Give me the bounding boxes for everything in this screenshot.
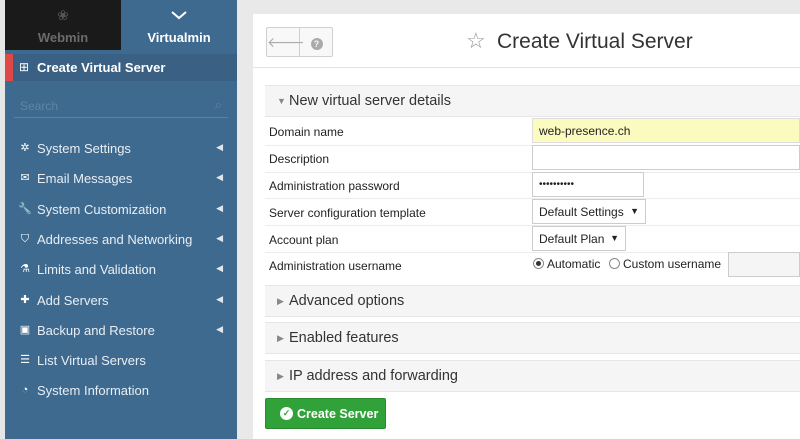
row-divider — [265, 252, 800, 253]
favorite-star-icon[interactable]: ☆ — [466, 28, 486, 54]
plus-icon: ✚ — [20, 293, 30, 306]
sidebar-item-label: Backup and Restore — [37, 322, 155, 338]
virtualmin-switch[interactable]: Virtualmin — [121, 0, 237, 50]
sidebar-item-create-virtual-server[interactable]: ⊞ Create Virtual Server — [5, 54, 237, 81]
sidebar-item-label: Add Servers — [37, 292, 109, 308]
plan-select[interactable]: Default Plan ▼ — [532, 226, 626, 251]
sidebar-item-label: List Virtual Servers — [37, 353, 146, 369]
password-label: Administration password — [269, 179, 400, 193]
caret-right-icon: ▶ — [277, 296, 284, 306]
custom-username-input[interactable] — [728, 252, 800, 277]
gear-icon: ✲ — [20, 142, 30, 154]
sidebar-item-label: System Customization — [37, 201, 167, 217]
list-icon: ☰ — [20, 354, 30, 367]
back-button[interactable]: 🡐 — [267, 28, 305, 56]
top-margin — [237, 0, 800, 14]
password-input[interactable]: •••••••••• — [532, 172, 644, 197]
sidebar-item-list-virtual-servers[interactable]: ☰ List Virtual Servers — [5, 346, 237, 374]
sidebar-item-label: System Information — [37, 383, 149, 399]
section-title: New virtual server details — [289, 93, 451, 109]
chevron-down-icon — [121, 8, 237, 22]
domain-value: web-presence.ch — [539, 124, 631, 138]
section-details-header[interactable]: ▼ New virtual server details — [265, 85, 800, 117]
section-features-header[interactable]: ▶ Enabled features — [265, 322, 800, 354]
caret-left-icon: ◀ — [216, 172, 223, 183]
page-title: Create Virtual Server — [497, 30, 693, 53]
webmin-logo-icon: ❀ — [57, 7, 69, 23]
username-custom-label: Custom username — [623, 257, 722, 271]
sidebar-item-system-information[interactable]: ◔ System Information — [5, 376, 237, 404]
envelope-icon: ✉ — [20, 172, 30, 185]
dashboard-icon: ◔ — [21, 384, 29, 397]
plan-value: Default Plan — [539, 232, 605, 246]
caret-right-icon: ▶ — [277, 333, 284, 343]
flask-icon: ⚗ — [20, 263, 30, 276]
username-label: Administration username — [269, 259, 402, 273]
caret-left-icon: ◀ — [216, 232, 223, 243]
webmin-switch[interactable]: ❀ Webmin — [5, 0, 121, 50]
caret-right-icon: ▶ — [277, 371, 284, 381]
sidebar-search-input[interactable]: Search ⌕ — [14, 94, 228, 118]
template-select[interactable]: Default Settings ▼ — [532, 199, 646, 224]
plan-label: Account plan — [269, 233, 339, 247]
caret-left-icon: ◀ — [216, 142, 223, 152]
username-custom-radio[interactable] — [609, 258, 620, 269]
title-divider — [253, 67, 800, 68]
dropdown-caret-icon: ▼ — [610, 233, 619, 243]
help-icon: ? — [310, 38, 323, 50]
dropdown-caret-icon: ▼ — [630, 206, 639, 216]
search-icon: ⌕ — [214, 97, 222, 112]
section-advanced-header[interactable]: ▶ Advanced options — [265, 285, 800, 317]
sidebar-item-label: System Settings — [37, 141, 131, 156]
arrow-left-icon: 🡐 — [267, 34, 305, 50]
sidebar-item-add-servers[interactable]: ✚ Add Servers ◀ — [5, 286, 237, 314]
caret-left-icon: ◀ — [216, 323, 223, 334]
create-server-button[interactable]: ✓ Create Server — [265, 398, 386, 429]
template-label: Server configuration template — [269, 206, 426, 220]
nav-button-group: 🡐 ? — [266, 27, 333, 57]
sidebar-item-label: Limits and Validation — [37, 262, 156, 278]
sidebar-item-label: Addresses and Networking — [37, 231, 193, 247]
sidebar: ❀ Webmin Virtualmin ⊞ Create Virtual Ser… — [0, 0, 237, 439]
virtualmin-switch-label: Virtualmin — [147, 30, 211, 45]
sidebar-item-email-messages[interactable]: ✉ Email Messages ◀ — [5, 164, 237, 192]
webmin-switch-label: Webmin — [37, 30, 89, 45]
sidebar-item-system-settings[interactable]: ✲ System Settings ◀ — [5, 134, 237, 162]
shield-icon: ⛉ — [20, 232, 30, 245]
section-ip-header[interactable]: ▶ IP address and forwarding — [265, 360, 800, 392]
domain-label: Domain name — [269, 125, 344, 139]
help-button[interactable]: ? — [300, 28, 333, 56]
create-server-label: Create Server — [297, 407, 379, 421]
username-automatic-label: Automatic — [547, 257, 601, 271]
main-panel: 🡐 ? ☆ Create Virtual Server ▼ New virtua… — [253, 14, 800, 439]
description-label: Description — [269, 152, 330, 166]
password-value: •••••••••• — [539, 179, 575, 190]
sidebar-item-label: Create Virtual Server — [37, 60, 166, 75]
sidebar-item-addresses-and-networking[interactable]: ⛉ Addresses and Networking ◀ — [5, 225, 237, 253]
plus-square-icon: ⊞ — [19, 60, 30, 74]
sidebar-item-label: Email Messages — [37, 171, 133, 187]
check-circle-icon: ✓ — [280, 407, 293, 420]
active-marker — [5, 54, 13, 81]
sidebar-item-backup-and-restore[interactable]: ▣ Backup and Restore ◀ — [5, 316, 237, 344]
section-title: IP address and forwarding — [289, 368, 459, 384]
section-title: Advanced options — [289, 293, 405, 309]
description-input[interactable] — [532, 145, 800, 170]
template-value: Default Settings — [539, 205, 624, 219]
sidebar-item-system-customization[interactable]: 🔧 System Customization ◀ — [5, 195, 237, 223]
sidebar-item-limits-and-validation[interactable]: ⚗ Limits and Validation ◀ — [5, 255, 237, 283]
caret-down-icon: ▼ — [277, 96, 286, 106]
caret-left-icon: ◀ — [216, 263, 223, 274]
username-automatic-radio[interactable] — [533, 258, 544, 269]
section-title: Enabled features — [289, 330, 399, 346]
search-placeholder: Search — [20, 99, 59, 113]
domain-name-input[interactable]: web-presence.ch — [532, 118, 800, 143]
caret-left-icon: ◀ — [216, 293, 223, 304]
floppy-icon: ▣ — [19, 323, 31, 336]
caret-left-icon: ◀ — [216, 202, 223, 213]
wrench-icon: 🔧 — [18, 202, 32, 215]
